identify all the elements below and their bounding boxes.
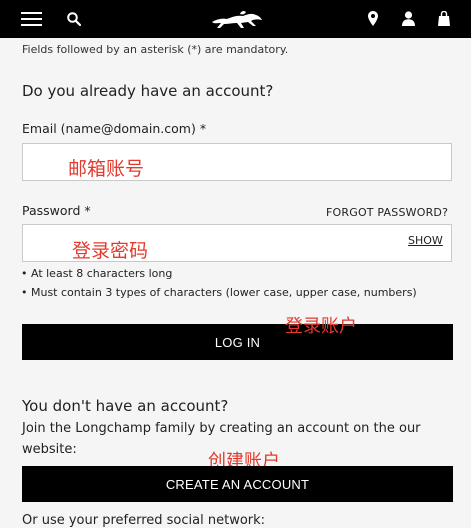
forgot-password-link[interactable]: FORGOT PASSWORD? xyxy=(326,206,448,219)
shopping-bag-icon[interactable] xyxy=(438,11,450,26)
password-rule: • At least 8 characters long xyxy=(21,267,173,280)
register-heading: You don't have an account? xyxy=(22,397,229,415)
email-label: Email (name@domain.com) * xyxy=(22,121,207,136)
top-navigation-bar xyxy=(0,0,471,38)
login-heading: Do you already have an account? xyxy=(22,82,274,100)
social-login-text: Or use your preferred social network: xyxy=(22,513,266,528)
password-label: Password * xyxy=(22,203,91,218)
map-pin-icon[interactable] xyxy=(368,11,378,26)
login-annotation: 登录账户 xyxy=(285,316,357,337)
mandatory-note: Fields followed by an asterisk (*) are m… xyxy=(22,43,289,56)
hamburger-menu-icon[interactable] xyxy=(21,12,42,26)
show-password-button[interactable]: SHOW xyxy=(408,234,443,247)
create-account-button[interactable]: CREATE AN ACCOUNT xyxy=(22,466,453,502)
longchamp-horse-logo[interactable] xyxy=(209,10,263,30)
password-rule: • Must contain 3 types of characters (lo… xyxy=(21,286,417,299)
password-value: 登录密码 xyxy=(72,240,149,262)
email-value: 邮箱账号 xyxy=(68,158,145,180)
search-icon[interactable] xyxy=(67,12,81,26)
login-button[interactable]: LOG IN xyxy=(22,324,453,360)
user-icon[interactable] xyxy=(402,11,415,26)
